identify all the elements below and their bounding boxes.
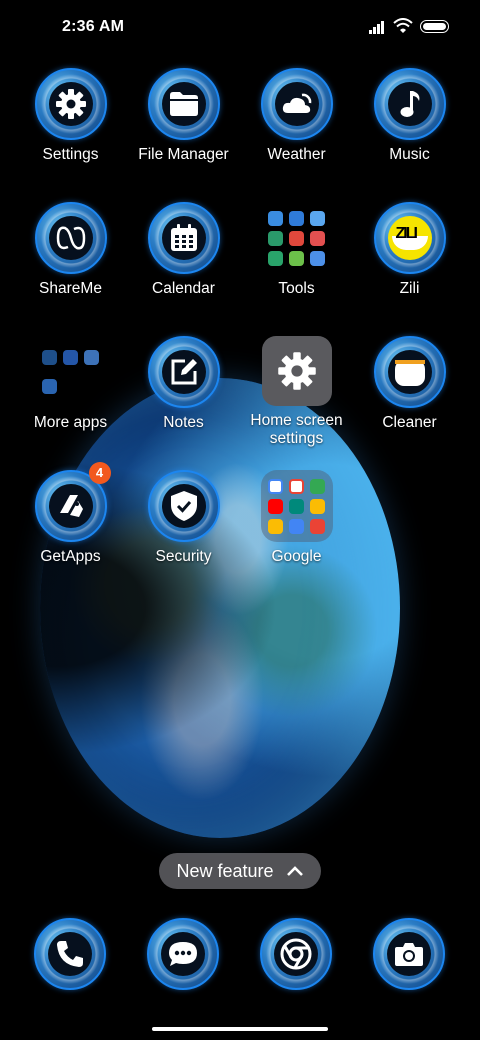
app-calendar[interactable]: Calendar [127, 202, 240, 298]
app-label: Tools [278, 280, 315, 297]
mini-app-icon [310, 251, 325, 266]
cleaner-icon [394, 360, 425, 386]
dock-camera[interactable] [373, 918, 445, 990]
getapps-icon [59, 495, 83, 517]
app-zili[interactable]: ZILI Zili [353, 202, 466, 298]
app-label: Music [389, 146, 430, 163]
app-label: Home screen settings [250, 412, 343, 447]
status-time: 2:36 AM [62, 18, 125, 35]
mini-app-icon [84, 349, 99, 365]
app-label: Notes [163, 414, 204, 431]
app-label: File Manager [138, 146, 229, 163]
new-feature-button[interactable]: New feature [159, 853, 321, 889]
mini-app-icon [268, 479, 283, 494]
mini-app-icon [63, 349, 78, 365]
more-apps-folder-preview [35, 336, 107, 408]
app-security[interactable]: Security [127, 470, 240, 566]
app-weather[interactable]: Weather [240, 68, 353, 164]
shareme-icon [56, 226, 85, 250]
app-label: Cleaner [382, 414, 437, 431]
edit-icon [171, 359, 197, 385]
app-label: Calendar [152, 280, 215, 297]
mini-app-icon [289, 519, 304, 534]
folder-icon [169, 92, 198, 116]
app-music[interactable]: Music [353, 68, 466, 164]
settings-gear-icon [277, 352, 316, 390]
music-note-icon [400, 91, 419, 117]
mini-app-icon [310, 231, 325, 246]
calendar-icon [170, 224, 197, 251]
mini-app-icon [289, 211, 304, 226]
app-label: GetApps [40, 548, 101, 565]
folder-more-apps[interactable]: More apps [14, 336, 127, 432]
mini-app-icon [268, 251, 283, 266]
mini-app-icon [289, 231, 304, 246]
battery-icon [420, 20, 449, 33]
mini-app-icon [42, 349, 57, 365]
app-notes[interactable]: Notes [127, 336, 240, 432]
app-settings[interactable]: Settings [14, 68, 127, 164]
chevron-up-icon [286, 866, 303, 876]
mini-app-icon [289, 251, 304, 266]
mini-app-icon [310, 479, 325, 494]
tools-folder-preview [261, 202, 333, 274]
app-shareme[interactable]: ShareMe [14, 202, 127, 298]
folder-google[interactable]: Google [240, 470, 353, 566]
app-cleaner[interactable]: Cleaner [353, 336, 466, 432]
mini-app-icon [310, 519, 325, 534]
app-home-screen-settings[interactable]: Home screen settings [240, 336, 353, 448]
mini-app-icon [268, 499, 283, 514]
new-feature-label: New feature [176, 860, 274, 881]
camera-icon [395, 943, 423, 966]
dock-chrome[interactable] [260, 918, 332, 990]
notification-badge: 4 [88, 462, 111, 484]
app-label: Zili [399, 280, 420, 297]
shield-icon [170, 491, 197, 521]
home-indicator-bar[interactable] [152, 1027, 328, 1031]
app-label: Security [155, 548, 212, 565]
mini-app-icon [268, 519, 283, 534]
mini-app-icon [268, 211, 283, 226]
phone-icon [57, 941, 83, 967]
mini-app-icon [42, 379, 57, 395]
app-label: More apps [33, 414, 108, 431]
dock-phone[interactable] [34, 918, 106, 990]
app-label: Google [271, 548, 322, 565]
mini-app-icon [268, 231, 283, 246]
app-getapps[interactable]: 4 GetApps [14, 462, 127, 566]
messages-icon [169, 942, 197, 966]
app-file-manager[interactable]: File Manager [127, 68, 240, 164]
app-label: ShareMe [39, 280, 102, 297]
weather-icon [282, 93, 311, 113]
gear-icon [55, 89, 86, 119]
google-folder-preview [260, 470, 333, 542]
status-bar: 2:36 AM [0, 0, 480, 56]
mini-app-icon [310, 499, 325, 514]
chrome-icon [280, 938, 312, 970]
dock-messages[interactable] [147, 918, 219, 990]
mini-app-icon [289, 499, 304, 514]
wifi-icon [393, 18, 413, 33]
zili-icon: ZILI [387, 216, 432, 260]
app-label: Weather [267, 146, 326, 163]
mini-app-icon [310, 211, 325, 226]
folder-tools[interactable]: Tools [240, 202, 353, 298]
signal-icon [369, 20, 387, 34]
mini-app-icon [289, 479, 304, 494]
app-label: Settings [42, 146, 99, 163]
